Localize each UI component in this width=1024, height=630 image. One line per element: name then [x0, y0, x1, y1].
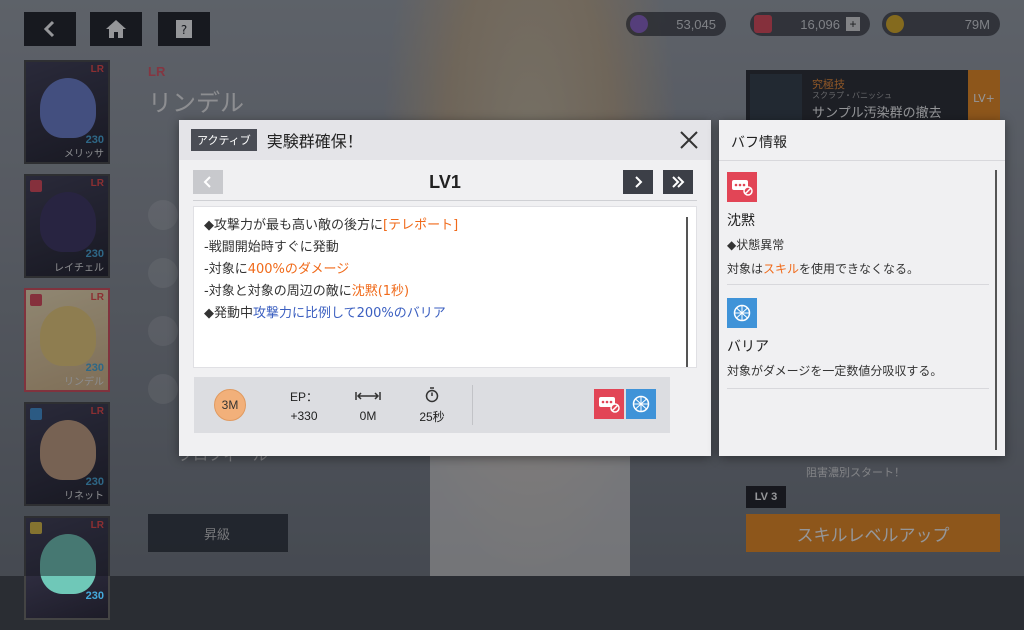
close-icon[interactable] [677, 128, 701, 152]
range-stat: 0M [336, 387, 400, 423]
cooldown-value: 25秒 [419, 409, 445, 424]
buff-category: ◆状態異常 [727, 238, 785, 252]
buff-icon-group [594, 389, 656, 419]
divider [719, 160, 1005, 161]
highlighted-text: 400%のダメージ [247, 262, 350, 277]
modal-header: アクティブ 実験群確保！ [179, 120, 711, 160]
max-level-button[interactable] [663, 170, 693, 194]
silence-buff-button[interactable] [594, 389, 624, 419]
divider [472, 385, 473, 425]
level-label: LV1 [429, 172, 461, 192]
description-line: -対象と対象の周辺の敵に沈黙(1秒) [204, 281, 686, 303]
silence-icon [727, 172, 757, 202]
skill-detail-modal: アクティブ 実験群確保！ LV1 ◆攻撃力が最も高い敵の後方に[テレポート] -戦… [179, 120, 711, 456]
divider [193, 200, 697, 201]
description-line: ◆発動中攻撃力に比例して200%のバリア [204, 303, 686, 325]
buff-description: 対象がダメージを一定数値分吸収する。 [727, 364, 943, 378]
level-label: 230 [85, 590, 104, 602]
range-value: 0M [359, 409, 377, 423]
description-line: -戦闘開始時すぐに発動 [204, 237, 686, 259]
description-line: ◆攻撃力が最も高い敵の後方に[テレポート] [204, 215, 686, 237]
divider [727, 388, 989, 389]
buff-panel-scrollbar[interactable] [995, 170, 997, 450]
ep-stat: EP： +330 [272, 387, 336, 424]
highlighted-text: [テレポート] [383, 218, 459, 233]
buff-item-silence: 沈黙 ◆状態異常 対象はスキルを使用できなくなる。 [727, 172, 989, 278]
skill-description: ◆攻撃力が最も高い敵の後方に[テレポート] -戦闘開始時すぐに発動 -対象に400%… [193, 206, 697, 433]
description-scrollbar[interactable] [686, 217, 688, 367]
skill-type-badge: アクティブ [191, 129, 257, 151]
double-chevron-right-icon [672, 176, 685, 188]
skill-cost-badge: 3M [214, 389, 246, 421]
buff-name: バリア [727, 339, 769, 355]
cooldown-stat: 25秒 [400, 386, 464, 425]
buff-name: 沈黙 [727, 213, 755, 229]
description-line: -対象に400%のダメージ [204, 259, 686, 281]
description-text: -戦闘開始時すぐに発動 [204, 240, 339, 255]
divider [727, 284, 989, 285]
ep-label: EP： [289, 389, 318, 404]
buff-info-panel: バフ情報 沈黙 ◆状態異常 対象はスキルを使用できなくなる。 バリア 対象がダメ… [719, 120, 1005, 456]
cooldown-timer-icon [425, 386, 439, 402]
barrier-buff-button[interactable] [626, 389, 656, 419]
skill-stats-bar: 3M EP： +330 0M 25秒 [194, 377, 670, 433]
next-level-button[interactable] [623, 170, 653, 194]
silence-icon [599, 397, 620, 413]
description-text: ◆発動中 [204, 306, 253, 321]
highlighted-text: 攻撃力に比例して200%のバリア [253, 306, 446, 321]
level-selector: LV1 [193, 170, 697, 196]
description-text: -対象と対象の周辺の敵に [204, 284, 352, 299]
buff-item-barrier: バリア 対象がダメージを一定数値分吸収する。 [727, 298, 989, 380]
chevron-right-icon [635, 176, 643, 188]
highlighted-text: 沈黙(1秒) [351, 284, 410, 299]
barrier-icon [727, 298, 757, 328]
buff-panel-title: バフ情報 [731, 135, 787, 151]
description-text: ◆攻撃力が最も高い敵の後方に [204, 218, 383, 233]
ep-value: +330 [290, 409, 318, 423]
barrier-icon [632, 395, 650, 413]
description-text: -対象に [204, 262, 248, 277]
buff-description: 対象はスキルを使用できなくなる。 [727, 262, 920, 276]
range-icon [355, 392, 381, 400]
skill-title: 実験群確保！ [266, 132, 363, 151]
